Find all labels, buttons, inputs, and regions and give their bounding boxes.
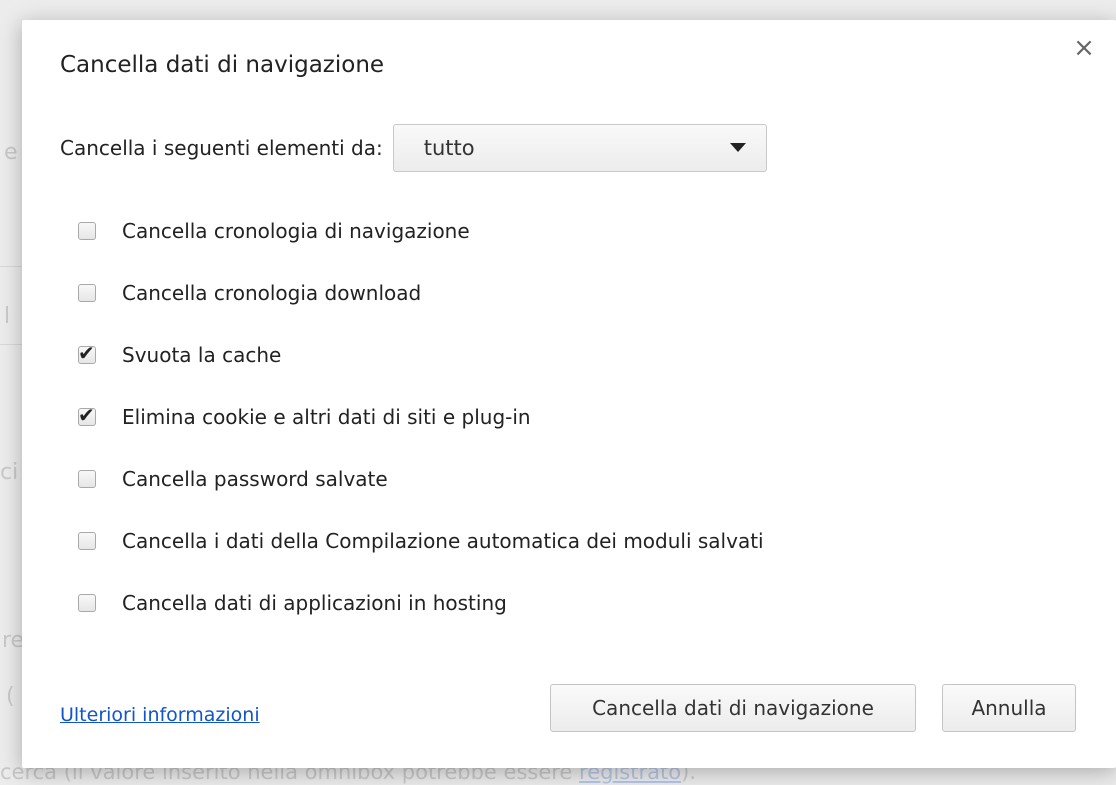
option-hosted-app-data[interactable]: Cancella dati di applicazioni in hosting [78, 572, 764, 634]
checkbox-autofill-data[interactable] [78, 532, 96, 550]
checkmark-icon: ✔ [78, 403, 95, 427]
option-delete-cookies[interactable]: ✔ Elimina cookie e altri dati di siti e … [78, 386, 764, 448]
checkbox-hosted-app-data[interactable] [78, 594, 96, 612]
time-period-label: Cancella i seguenti elementi da: [60, 136, 383, 160]
cancel-button[interactable]: Annulla [942, 684, 1076, 732]
checkbox-saved-passwords[interactable] [78, 470, 96, 488]
option-label: Cancella password salvate [122, 467, 388, 491]
time-period-value: tutto [423, 136, 475, 160]
checkbox-browsing-history[interactable] [78, 222, 96, 240]
checkbox-download-history[interactable] [78, 284, 96, 302]
option-empty-cache[interactable]: ✔ Svuota la cache [78, 324, 764, 386]
checkbox-empty-cache[interactable]: ✔ [78, 341, 96, 365]
close-icon[interactable]: × [1070, 34, 1098, 62]
clear-browsing-data-button[interactable]: Cancella dati di navigazione [550, 684, 916, 732]
clear-browsing-data-dialog: Cancella dati di navigazione × Cancella … [22, 20, 1116, 768]
option-label: Cancella i dati della Compilazione autom… [122, 529, 764, 553]
option-autofill-data[interactable]: Cancella i dati della Compilazione autom… [78, 510, 764, 572]
background-text: e [4, 140, 18, 165]
background-text: l [4, 304, 11, 329]
data-type-options: Cancella cronologia di navigazione Cance… [78, 200, 764, 634]
time-period-row: Cancella i seguenti elementi da: tutto [60, 124, 767, 172]
option-download-history[interactable]: Cancella cronologia download [78, 262, 764, 324]
dropdown-arrow-icon [729, 143, 746, 152]
option-label: Cancella dati di applicazioni in hosting [122, 591, 507, 615]
option-browsing-history[interactable]: Cancella cronologia di navigazione [78, 200, 764, 262]
background-divider [0, 266, 22, 267]
option-label: Cancella cronologia di navigazione [122, 219, 470, 243]
checkbox-delete-cookies[interactable]: ✔ [78, 403, 96, 427]
background-divider [0, 344, 22, 345]
background-text: ci [0, 460, 19, 485]
option-label: Svuota la cache [122, 343, 282, 367]
option-label: Elimina cookie e altri dati di siti e pl… [122, 405, 531, 429]
option-saved-passwords[interactable]: Cancella password salvate [78, 448, 764, 510]
background-text: ( [6, 684, 15, 709]
dialog-title: Cancella dati di navigazione [60, 52, 385, 78]
checkmark-icon: ✔ [78, 341, 95, 365]
background-text: re [2, 628, 25, 653]
option-label: Cancella cronologia download [122, 281, 422, 305]
time-period-select[interactable]: tutto [392, 124, 767, 172]
more-info-link[interactable]: Ulteriori informazioni [60, 704, 260, 726]
